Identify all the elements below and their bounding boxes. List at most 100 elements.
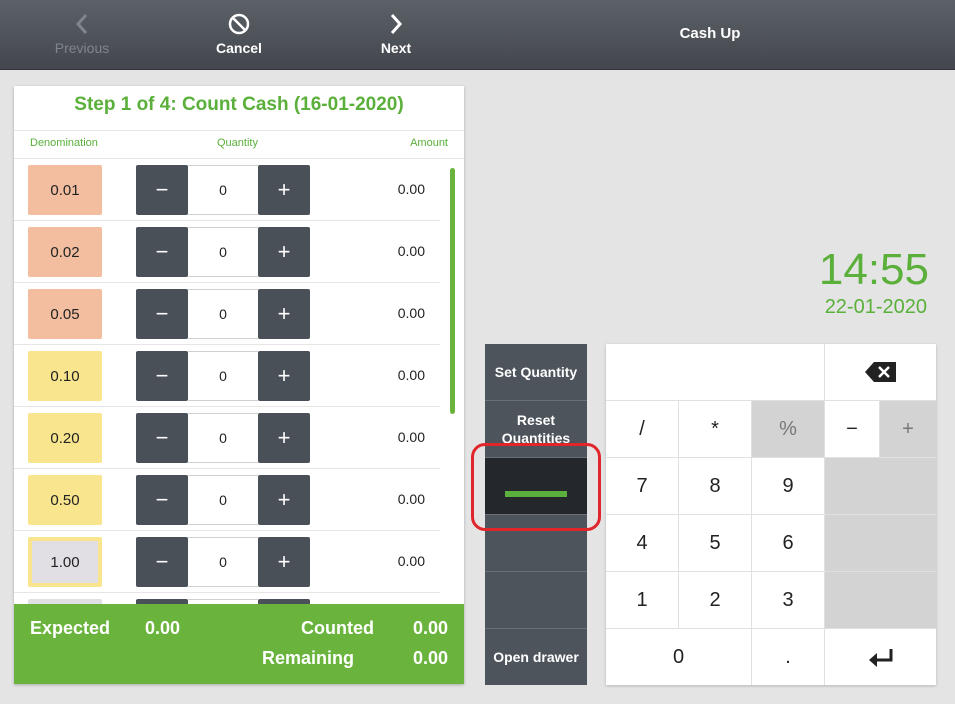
amount-header: Amount [410, 137, 448, 149]
scrollbar[interactable] [450, 168, 455, 414]
key-minus[interactable]: − [825, 401, 880, 458]
quantity-input[interactable]: 0 [188, 165, 258, 215]
decrement-button[interactable]: − [136, 165, 188, 215]
decrement-button[interactable]: − [136, 413, 188, 463]
key-multiply[interactable]: * [679, 401, 752, 458]
backspace-icon [864, 362, 896, 382]
denomination-button[interactable]: 0.05 [28, 289, 102, 339]
keypad-display[interactable] [606, 344, 825, 401]
denomination-button[interactable]: 1.00 [28, 537, 102, 587]
increment-button[interactable]: + [258, 351, 310, 401]
quantity-input[interactable]: 0 [188, 289, 258, 339]
key-9[interactable]: 9 [752, 458, 825, 515]
key-7[interactable]: 7 [606, 458, 679, 515]
page-title: Cash Up [679, 25, 741, 42]
row-amount: 0.00 [397, 243, 425, 259]
key-percent[interactable]: % [752, 401, 825, 458]
remaining-label: Remaining [262, 648, 355, 668]
denomination-button[interactable]: 0.20 [28, 413, 102, 463]
denomination-row: 0.05 − 0 + 0.00 [14, 283, 440, 345]
remaining-value: 0.00 [412, 648, 448, 668]
row-amount: 0.00 [397, 367, 425, 383]
key-decimal[interactable]: . [752, 629, 825, 685]
cancel-icon [184, 10, 294, 38]
totals-footer: Expected 0.00 Counted 0.00 Remaining 0.0… [14, 604, 464, 684]
cancel-button[interactable]: Cancel [184, 10, 294, 56]
counted-label: Counted [301, 618, 374, 638]
key-3[interactable]: 3 [752, 572, 825, 629]
quantity-stepper: − 0 + [136, 351, 310, 401]
count-cash-panel: Step 1 of 4: Count Cash (16-01-2020) Den… [14, 86, 464, 684]
next-button[interactable]: Next [341, 10, 451, 56]
enter-button[interactable] [825, 629, 936, 685]
expected-value: 0.00 [145, 618, 181, 638]
decrement-button[interactable]: − [136, 475, 188, 525]
quantity-stepper: − 0 + [136, 475, 310, 525]
numeric-keypad: / * % − + 7 8 9 4 5 6 1 2 3 0 . [606, 344, 936, 685]
quantity-input[interactable]: 0 [188, 475, 258, 525]
denomination-row: 0.20 − 0 + 0.00 [14, 407, 440, 469]
decrement-button[interactable]: − [136, 351, 188, 401]
decrement-button[interactable]: − [136, 289, 188, 339]
increment-button[interactable]: + [258, 165, 310, 215]
increment-button[interactable]: + [258, 537, 310, 587]
expected-label: Expected [30, 618, 111, 638]
enter-icon [868, 649, 892, 667]
quantity-input[interactable]: 0 [188, 537, 258, 587]
backspace-button[interactable] [825, 344, 936, 401]
counted-value: 0.00 [412, 618, 448, 638]
increment-button[interactable]: + [258, 289, 310, 339]
quantity-stepper: − 0 + [136, 413, 310, 463]
divider [14, 130, 464, 131]
clock-time: 14:55 [818, 245, 929, 294]
cancel-label: Cancel [216, 40, 262, 56]
denomination-button[interactable]: 0.50 [28, 475, 102, 525]
set-quantity-button[interactable]: Set Quantity [485, 344, 587, 401]
key-5[interactable]: 5 [679, 515, 752, 572]
open-drawer-button[interactable]: Open drawer [485, 629, 587, 685]
key-0[interactable]: 0 [606, 629, 752, 685]
quantity-stepper: − 0 + [136, 165, 310, 215]
previous-button[interactable]: Previous [27, 10, 137, 56]
denomination-row: 1.00 − 0 + 0.00 [14, 531, 440, 593]
quantity-input[interactable]: 0 [188, 227, 258, 277]
denomination-row: 0.50 − 0 + 0.00 [14, 469, 440, 531]
chevron-left-icon [27, 10, 137, 38]
denomination-row [14, 593, 440, 604]
denomination-button[interactable]: 0.01 [28, 165, 102, 215]
highlight-annotation [471, 443, 601, 531]
quantity-stepper: − 0 + [136, 227, 310, 277]
increment-button[interactable]: + [258, 475, 310, 525]
increment-button[interactable]: + [258, 227, 310, 277]
denomination-button[interactable]: 0.02 [28, 227, 102, 277]
increment-button[interactable]: + [258, 413, 310, 463]
key-4[interactable]: 4 [606, 515, 679, 572]
denomination-button[interactable]: 0.10 [28, 351, 102, 401]
row-amount: 0.00 [397, 429, 425, 445]
top-bar: Previous Cancel Next Cash Up [0, 0, 955, 70]
step-title: Step 1 of 4: Count Cash (16-01-2020) [74, 94, 404, 115]
key-divide[interactable]: / [606, 401, 679, 458]
denomination-list: 0.01 − 0 + 0.00 0.02 − 0 + 0.00 0.05 − 0… [14, 159, 440, 604]
blank-action-button[interactable] [485, 572, 587, 629]
denomination-row: 0.01 − 0 + 0.00 [14, 159, 440, 221]
key-6[interactable]: 6 [752, 515, 825, 572]
key-2[interactable]: 2 [679, 572, 752, 629]
key-1[interactable]: 1 [606, 572, 679, 629]
decrement-button[interactable]: − [136, 227, 188, 277]
quantity-input[interactable]: 0 [188, 413, 258, 463]
decrement-button[interactable]: − [136, 537, 188, 587]
quantity-input[interactable]: 0 [188, 351, 258, 401]
chevron-right-icon [341, 10, 451, 38]
blank-key [825, 515, 936, 572]
blank-key [825, 572, 936, 629]
next-label: Next [380, 40, 412, 56]
key-plus[interactable]: + [880, 401, 936, 458]
key-8[interactable]: 8 [679, 458, 752, 515]
row-amount: 0.00 [397, 305, 425, 321]
row-amount: 0.00 [397, 553, 425, 569]
row-amount: 0.00 [397, 181, 425, 197]
denomination-header: Denomination [30, 137, 98, 149]
quantity-stepper: − 0 + [136, 537, 310, 587]
denomination-row: 0.02 − 0 + 0.00 [14, 221, 440, 283]
